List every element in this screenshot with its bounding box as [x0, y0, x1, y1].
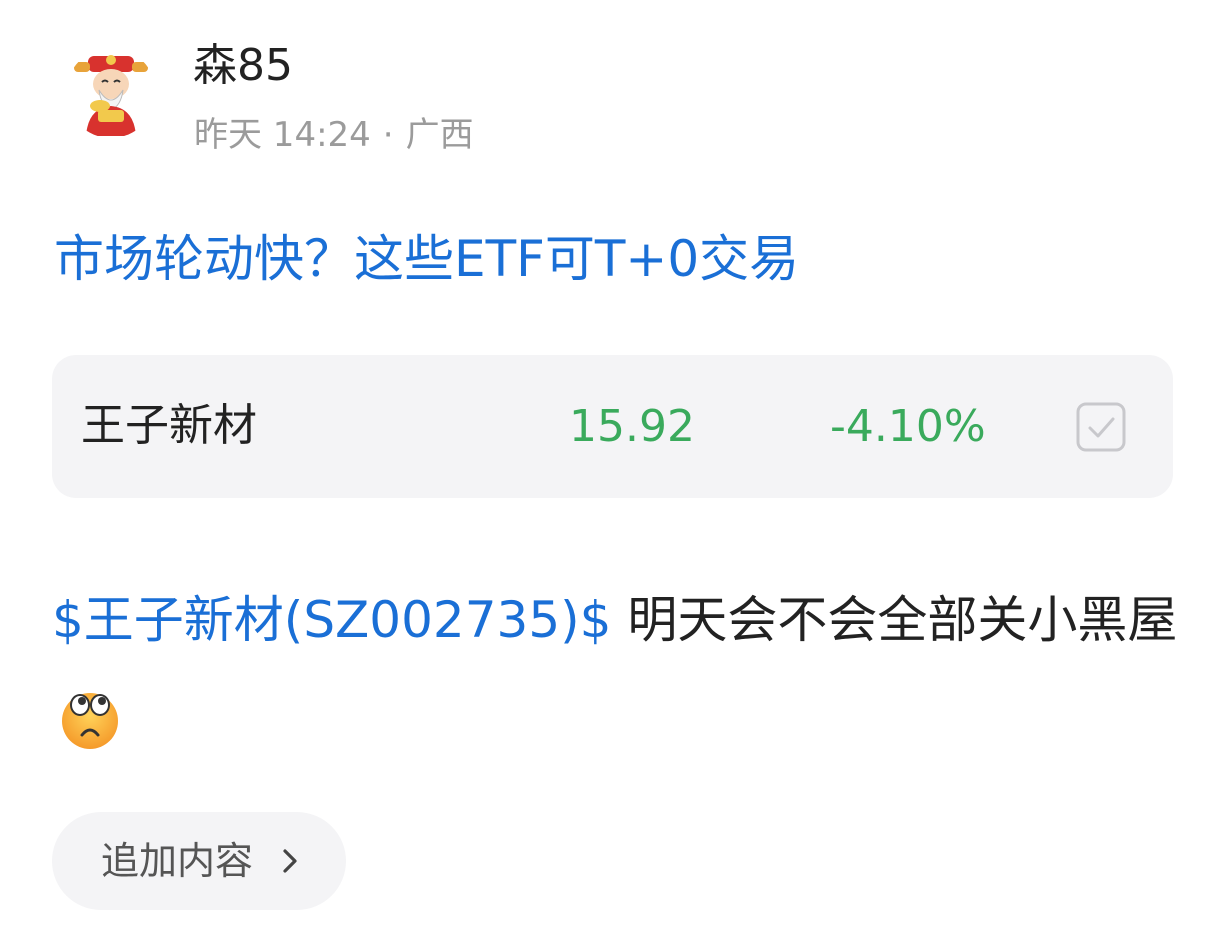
stock-cashtag-link[interactable]: $王子新材(SZ002735)$	[52, 591, 612, 649]
post-page: 森85 昨天 14:24 · 广西 市场轮动快？这些ETF可T+0交易 王子新材 1…	[0, 0, 1224, 929]
post-body: $王子新材(SZ002735)$ 明天会不会全部关小黑屋	[52, 568, 1182, 776]
post-time: 昨天 14:24	[194, 115, 371, 155]
post-title-link[interactable]: 市场轮动快？这些ETF可T+0交易	[54, 226, 799, 292]
post-body-text: 明天会不会全部关小黑屋	[611, 591, 1178, 649]
checkbox-check-icon[interactable]	[1076, 402, 1126, 452]
post-meta: 昨天 14:24 · 广西	[194, 112, 474, 158]
chevron-right-icon	[283, 849, 297, 873]
author-name[interactable]: 森85	[193, 38, 293, 94]
stock-price: 15.92	[569, 401, 695, 452]
avatar[interactable]	[66, 48, 156, 138]
stock-change-percent: -4.10%	[830, 401, 986, 452]
add-content-label: 追加内容	[101, 839, 254, 883]
eyes-rolling-emoji-icon	[62, 693, 118, 749]
add-content-button[interactable]: 追加内容	[52, 812, 346, 910]
stock-card[interactable]: 王子新材 15.92 -4.10%	[52, 355, 1173, 498]
stock-name: 王子新材	[81, 400, 257, 451]
meta-separator: ·	[382, 115, 394, 155]
fortune-god-avatar-icon	[74, 55, 148, 136]
post-location: 广西	[405, 115, 474, 155]
